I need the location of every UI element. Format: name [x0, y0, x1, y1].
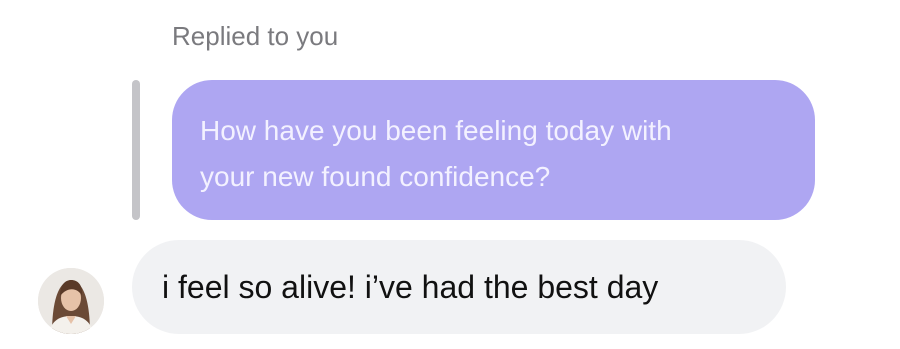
quoted-message-line-1: How have you been feeling today with	[200, 115, 672, 146]
profile-photo-icon	[38, 268, 104, 334]
quoted-message-line-2: your new found confidence?	[200, 161, 551, 192]
quoted-message-bubble[interactable]: How have you been feeling today with you…	[172, 80, 815, 220]
sender-avatar[interactable]	[38, 268, 104, 334]
received-message-bubble[interactable]: i feel so alive! i’ve had the best day	[132, 240, 786, 334]
received-message-text: i feel so alive! i’ve had the best day	[162, 269, 659, 305]
reply-quote-bar	[132, 80, 140, 220]
replied-to-you-label: Replied to you	[172, 21, 339, 51]
